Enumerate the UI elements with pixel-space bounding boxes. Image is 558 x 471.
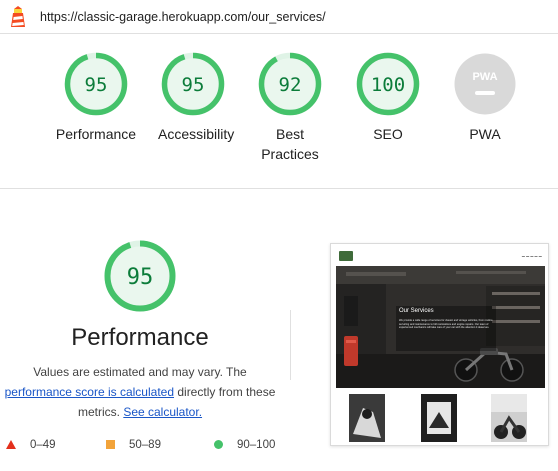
performance-description: Values are estimated and may vary. The p… — [0, 362, 280, 422]
score-gauge: 100 — [356, 52, 420, 116]
screenshot-navbar: ▬ ▬ ▬ ▬ ▬ — [331, 244, 548, 266]
report-header: https://classic-garage.herokuapp.com/our… — [0, 0, 558, 34]
gauge-score: 95 — [182, 74, 205, 96]
score-gauge: 92 — [258, 52, 322, 116]
screenshot-card-image — [349, 394, 385, 442]
gauge-pwa[interactable]: PWA PWA — [435, 52, 535, 144]
screenshot-card-image — [421, 394, 457, 442]
calculator-link[interactable]: See calculator. — [123, 405, 202, 419]
gauge-label-best-practices: Best Practices — [261, 126, 319, 162]
screenshot-hero-heading: Our Services — [399, 308, 434, 314]
legend-fail-label: 0–49 — [30, 439, 56, 451]
performance-score-gauge: 95 — [104, 240, 176, 312]
performance-title: Performance — [71, 324, 209, 351]
legend-average-label: 50–89 — [129, 439, 161, 451]
site-logo-icon — [339, 251, 353, 261]
legend-average: 50–89 — [106, 439, 161, 451]
gauge-score: 95 — [85, 74, 108, 96]
screenshot-nav-links: ▬ ▬ ▬ ▬ ▬ — [521, 254, 542, 258]
section-divider — [0, 188, 558, 189]
gauge-label-performance: Performance — [55, 126, 137, 142]
pwa-badge-circle — [454, 53, 516, 115]
pass-circle-icon — [214, 440, 223, 450]
pwa-badge-text: PWA — [472, 71, 497, 83]
fail-triangle-icon — [6, 440, 16, 450]
gauge-score: 95 — [127, 265, 154, 290]
legend-pass-label: 90–100 — [237, 439, 276, 451]
score-calculation-link[interactable]: performance score is calculated — [5, 385, 174, 399]
average-square-icon — [106, 440, 115, 450]
gauge-label-pwa: PWA — [469, 126, 501, 142]
page-url[interactable]: https://classic-garage.herokuapp.com/our… — [40, 10, 326, 24]
score-gauge: 95 — [64, 52, 128, 116]
lighthouse-icon — [11, 6, 25, 27]
final-screenshot-thumbnail[interactable]: ▬ ▬ ▬ ▬ ▬ Our Services We provide a wide… — [330, 243, 549, 446]
gauge-accessibility[interactable]: 95 Accessibility — [143, 52, 243, 144]
gauge-label-seo: SEO — [373, 126, 403, 142]
description-text: Values are estimated and may vary. The — [33, 365, 247, 379]
gauge-best-practices[interactable]: 92 Best Practices — [240, 52, 340, 164]
gauge-score: 100 — [371, 74, 405, 96]
screenshot-card-image — [491, 394, 527, 442]
gauge-seo[interactable]: 100 SEO — [338, 52, 438, 144]
screenshot-hero-text: We provide a wide range of services for … — [399, 319, 493, 330]
legend-pass: 90–100 — [214, 439, 275, 451]
score-gauge: 95 — [161, 52, 225, 116]
gauge-score: 92 — [279, 74, 302, 96]
gauge-label-accessibility: Accessibility — [158, 126, 235, 142]
gauge-performance[interactable]: 95 Performance — [46, 52, 146, 144]
pwa-badge-bar — [475, 91, 495, 95]
pwa-gauge-badge: PWA — [454, 53, 516, 115]
screenshot-hero-image: Our Services We provide a wide range of … — [336, 266, 545, 388]
legend-fail: 0–49 — [6, 439, 56, 451]
vertical-divider — [290, 310, 291, 380]
